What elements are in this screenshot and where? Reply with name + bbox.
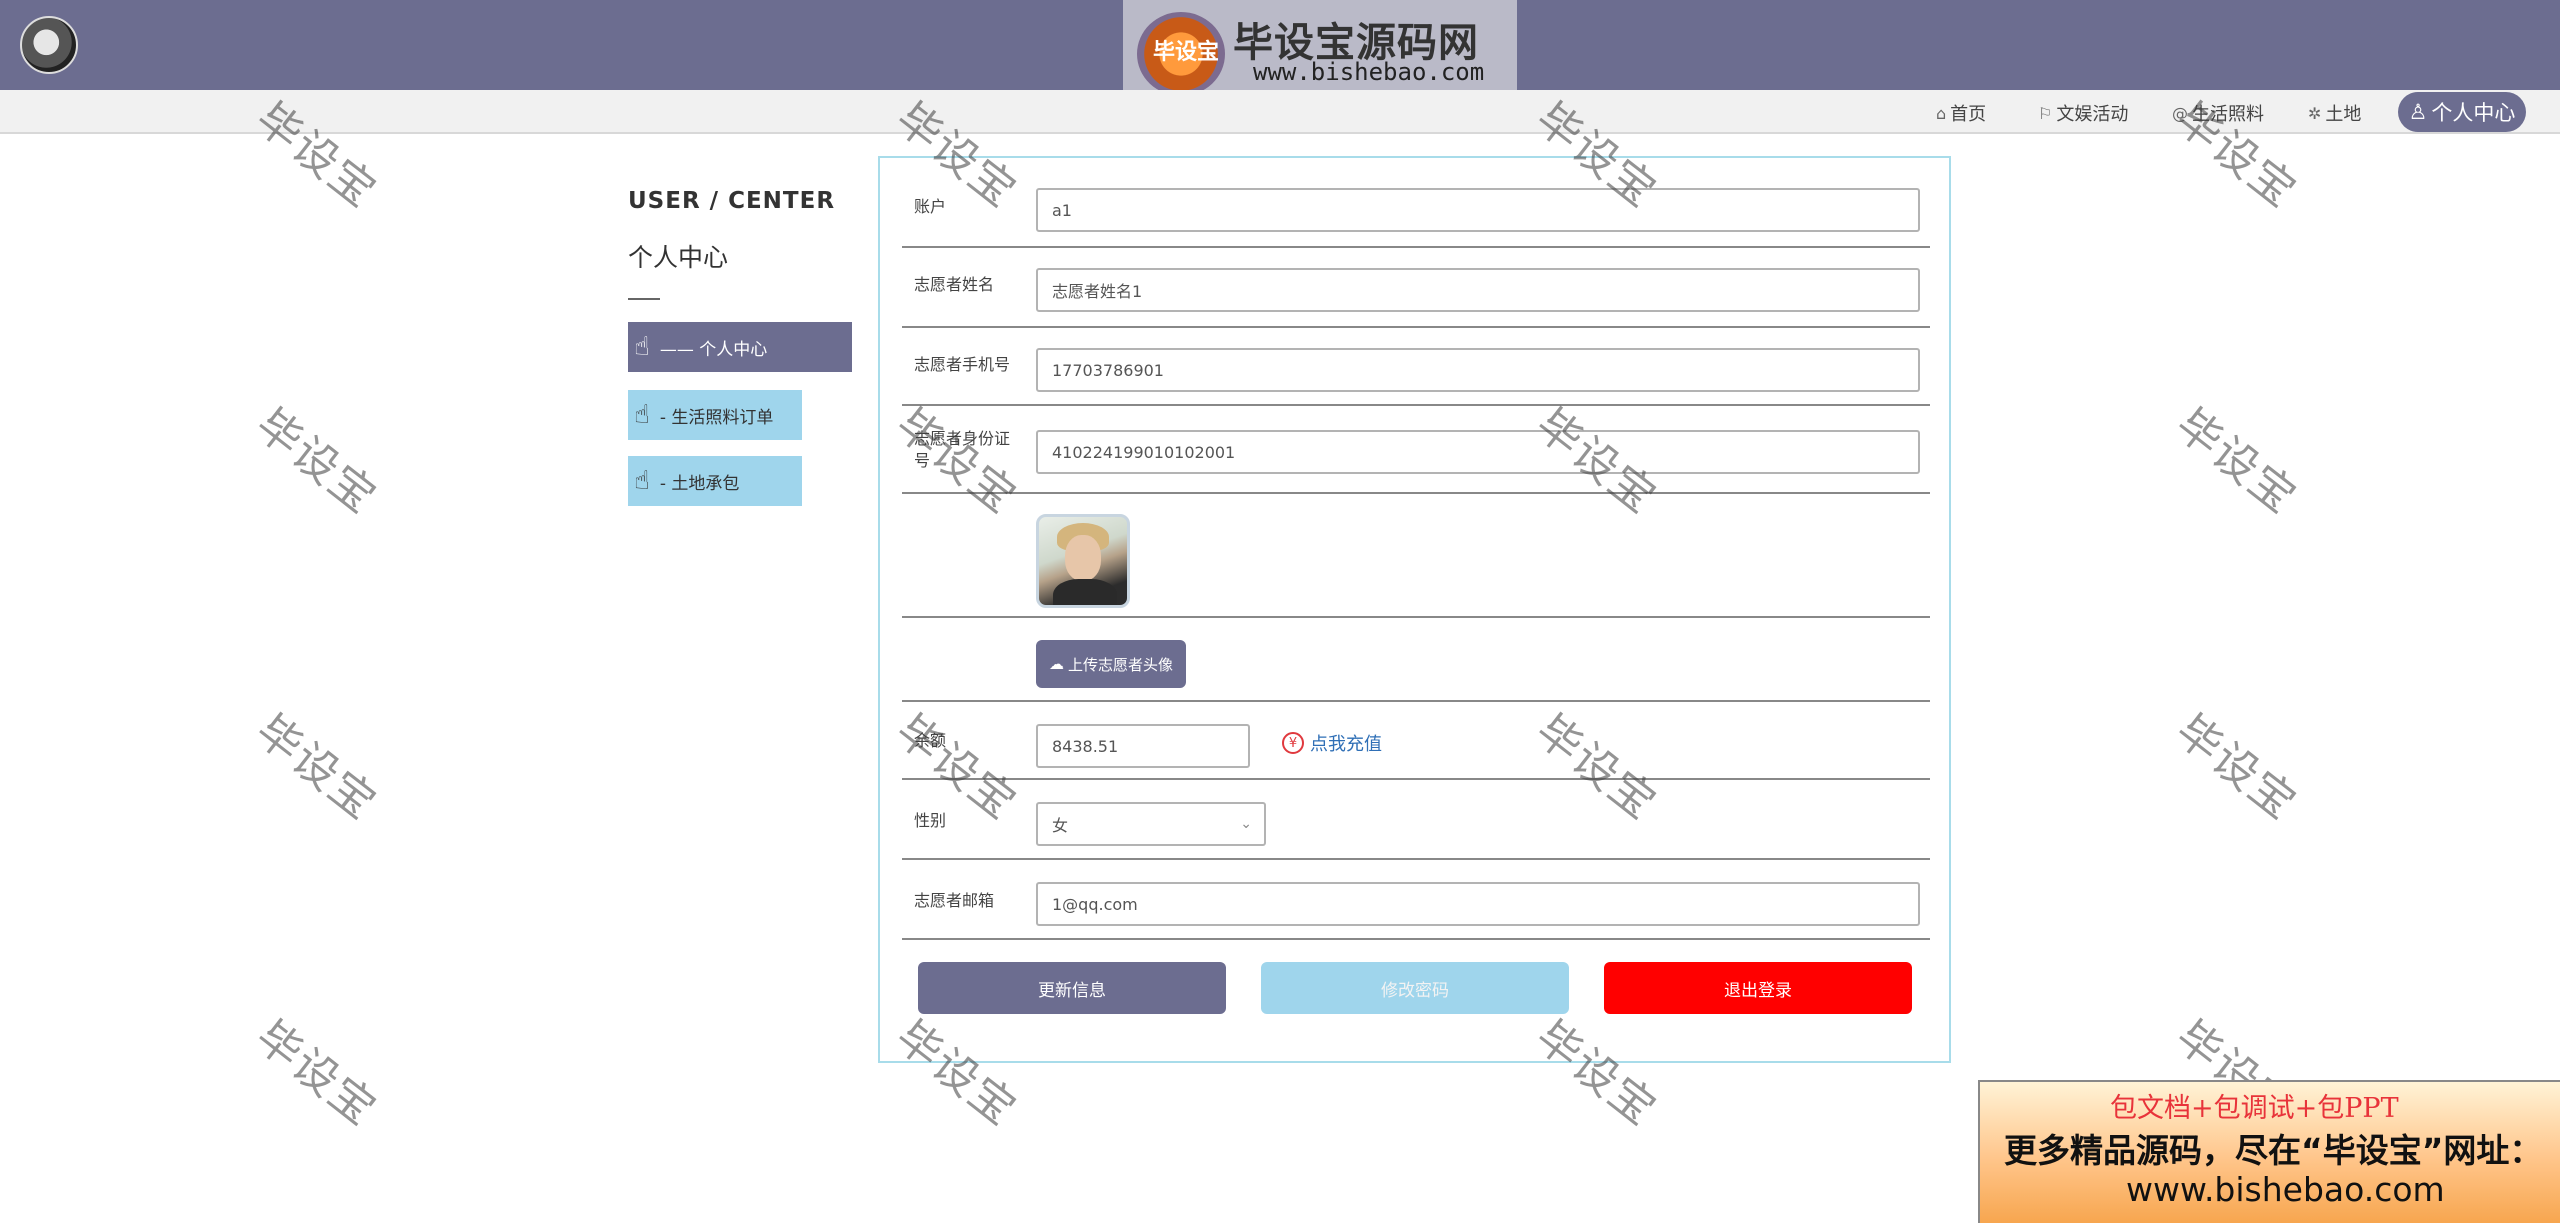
nav-land[interactable]: ✲ 土地: [2308, 100, 2361, 126]
gender-select[interactable]: 女 ⌄: [1036, 802, 1266, 846]
nav-bar: ⌂ 首页 ⚐ 文娱活动 @ 生活照料 ✲ 土地 ♙ 个人中心: [0, 90, 2560, 134]
at-icon: @: [2172, 103, 2188, 123]
watermark: 毕设宝: [2166, 704, 2307, 831]
row-account: 账户 a1: [902, 178, 1930, 248]
sidebar-title-cn: 个人中心: [628, 243, 729, 272]
gender-label: 性别: [914, 811, 947, 830]
hand-icon: ☝: [634, 400, 650, 430]
site-logo[interactable]: [20, 16, 78, 74]
logout-button[interactable]: 退出登录: [1604, 962, 1912, 1014]
watermark: 毕设宝: [246, 1010, 387, 1137]
cloud-upload-icon: ☁: [1048, 655, 1064, 673]
email-label: 志愿者邮箱: [914, 891, 995, 910]
watermark: 毕设宝: [246, 398, 387, 525]
row-name: 志愿者姓名 志愿者姓名1: [902, 248, 1930, 328]
promo-url: www.bishebao.com: [2126, 1170, 2445, 1209]
phone-label: 志愿者手机号: [914, 355, 1011, 374]
row-idcard: 志愿者身份证号 410224199010102001: [902, 406, 1930, 494]
change-password-button[interactable]: 修改密码: [1261, 962, 1569, 1014]
name-input[interactable]: 志愿者姓名1: [1036, 268, 1920, 312]
home-icon: ⌂: [1936, 103, 1947, 123]
balance-input[interactable]: 8438.51: [1036, 724, 1250, 768]
name-label: 志愿者姓名: [914, 275, 995, 294]
nav-user-center[interactable]: ♙ 个人中心: [2398, 92, 2526, 132]
row-avatar: [902, 494, 1930, 618]
site-url: www.bishebao.com: [1253, 58, 1485, 86]
promo-line-1: 包文档+包调试+包PPT: [2110, 1093, 2399, 1124]
hand-icon: ☝: [634, 332, 650, 362]
puzzle-icon: ✲: [2308, 103, 2322, 123]
account-input[interactable]: a1: [1036, 188, 1920, 232]
idcard-input[interactable]: 410224199010102001: [1036, 430, 1920, 474]
promo-banner: 包文档+包调试+包PPT 更多精品源码，尽在“毕设宝”网址： www.bishe…: [1978, 1080, 2560, 1223]
upload-avatar-button[interactable]: ☁ 上传志愿者头像: [1036, 640, 1186, 688]
seal-logo: 毕设宝: [1137, 12, 1225, 96]
profile-form-panel: 账户 a1 志愿者姓名 志愿者姓名1 志愿者手机号 17703786901 志愿…: [878, 156, 1951, 1063]
sidebar-item-user-center[interactable]: ☝ —— 个人中心: [628, 322, 852, 372]
row-balance: 余额 8438.51 ¥ 点我充值: [902, 702, 1930, 780]
row-gender: 性别 女 ⌄: [902, 780, 1930, 860]
row-upload: ☁ 上传志愿者头像: [902, 618, 1930, 702]
sidebar-item-land-contract[interactable]: ☝ - 土地承包: [628, 456, 802, 506]
email-input[interactable]: 1@qq.com: [1036, 882, 1920, 926]
flag-icon: ⚐: [2038, 103, 2053, 123]
watermark: 毕设宝: [246, 704, 387, 831]
hand-icon: ☝: [634, 466, 650, 496]
balance-label: 余额: [914, 731, 947, 750]
row-phone: 志愿者手机号 17703786901: [902, 328, 1930, 406]
sidebar-divider: [628, 298, 660, 300]
user-icon: ♙: [2408, 100, 2428, 124]
nav-home[interactable]: ⌂ 首页: [1936, 100, 1986, 126]
site-watermark-badge: 毕设宝 毕设宝源码网 www.bishebao.com: [1123, 0, 1517, 104]
sidebar-title-en: USER / CENTER: [628, 188, 836, 214]
watermark: 毕设宝: [2166, 398, 2307, 525]
yen-coin-icon: ¥: [1282, 732, 1304, 754]
avatar-image: [1036, 514, 1130, 608]
promo-line-2: 更多精品源码，尽在“毕设宝”网址：: [2004, 1131, 2543, 1170]
nav-entertainment[interactable]: ⚐ 文娱活动: [2038, 100, 2128, 126]
recharge-link[interactable]: ¥ 点我充值: [1282, 730, 1382, 756]
idcard-label: 志愿者身份证号: [914, 429, 1011, 470]
sidebar-item-care-orders[interactable]: ☝ - 生活照料订单: [628, 390, 802, 440]
account-label: 账户: [914, 197, 947, 216]
update-info-button[interactable]: 更新信息: [918, 962, 1226, 1014]
chevron-down-icon: ⌄: [1240, 816, 1252, 832]
nav-life-care[interactable]: @ 生活照料: [2172, 100, 2264, 126]
row-email: 志愿者邮箱 1@qq.com: [902, 860, 1930, 940]
phone-input[interactable]: 17703786901: [1036, 348, 1920, 392]
